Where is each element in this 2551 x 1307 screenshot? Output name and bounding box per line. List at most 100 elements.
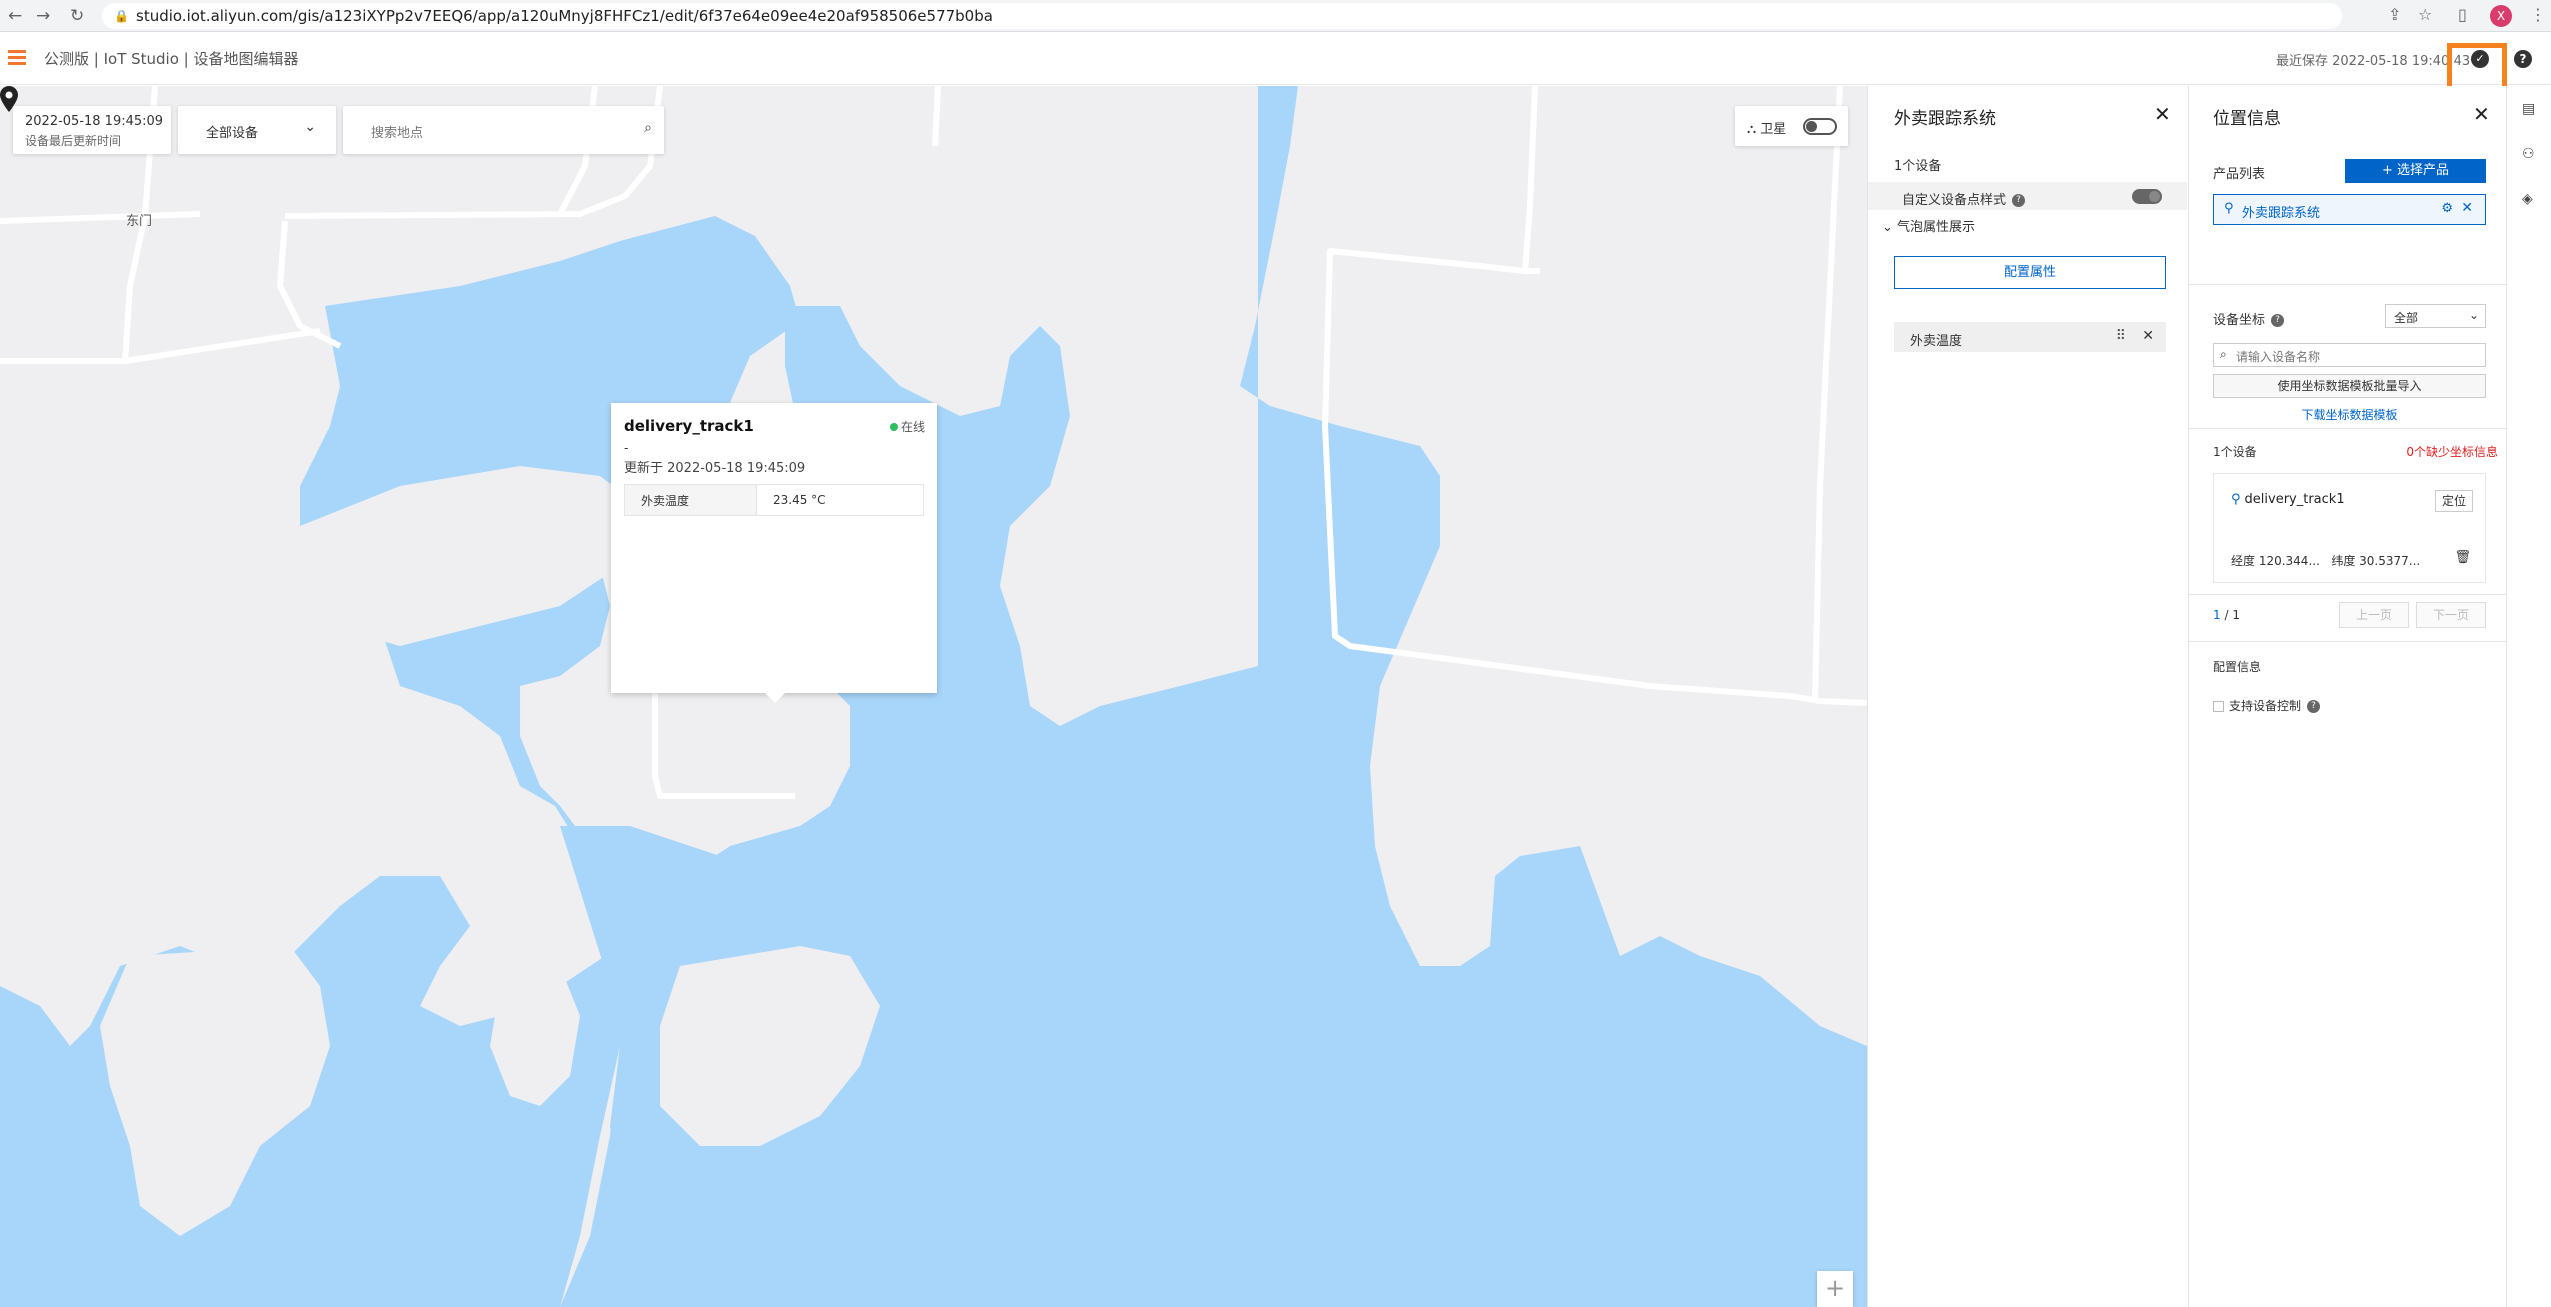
location-panel-title: 位置信息 bbox=[2213, 109, 2281, 129]
latitude-text: 纬度 30.5377... bbox=[2331, 554, 2421, 568]
address-bar[interactable]: 🔒 studio.iot.aliyun.com/gis/a123iXYPp2v7… bbox=[102, 3, 2342, 29]
status-badge: 在线 bbox=[889, 418, 925, 435]
chevron-down-icon: ⌄ bbox=[304, 119, 316, 135]
missing-coords-text: 0个缺少坐标信息 bbox=[2406, 445, 2498, 459]
satellite-icon: ⛬ bbox=[1747, 122, 1757, 137]
close-icon[interactable]: ✕ bbox=[2473, 102, 2490, 126]
chevron-down-icon: ⌄ bbox=[1882, 220, 1893, 235]
user-location-icon[interactable]: ⚇ bbox=[2522, 146, 2535, 162]
config-info-label: 配置信息 bbox=[2213, 660, 2262, 674]
table-row: 外卖温度 23.45 °C bbox=[624, 484, 924, 516]
support-control-label: 支持设备控制 bbox=[2229, 699, 2302, 713]
satellite-toggle-box: ⛬ 卫星 bbox=[1735, 106, 1848, 146]
custom-style-row: 自定义设备点样式? bbox=[1868, 182, 2187, 210]
chevron-down-icon: ⌄ bbox=[2468, 308, 2479, 322]
locate-button[interactable]: 定位 bbox=[2435, 490, 2473, 512]
product-tag-label: 外卖跟踪系统 bbox=[2242, 206, 2321, 221]
profile-avatar[interactable]: X bbox=[2490, 5, 2512, 27]
device-coordinates: 经度 120.344... 纬度 30.5377... bbox=[2231, 552, 2420, 569]
tracking-panel: 外卖跟踪系统 ✕ 1个设备 自定义设备点样式? ⌄ 气泡属性展示 配置属性 外卖… bbox=[1867, 86, 2187, 1307]
place-search-input[interactable]: 搜索地点 ⌕ bbox=[343, 106, 664, 154]
checkbox-box[interactable] bbox=[2213, 701, 2224, 712]
product-list-label: 产品列表 bbox=[2213, 167, 2266, 182]
product-tag[interactable]: ⚲ 外卖跟踪系统 ⚙ ✕ bbox=[2213, 194, 2486, 225]
pager-current: 1 bbox=[2213, 608, 2221, 622]
longitude-text: 经度 120.344... bbox=[2231, 554, 2320, 568]
share-icon[interactable]: ⇪ bbox=[2388, 5, 2401, 24]
download-template-link[interactable]: 下载坐标数据模板 bbox=[2213, 406, 2486, 423]
divider bbox=[2189, 284, 2507, 285]
last-saved-text: 最近保存 2022-05-18 19:40:43 bbox=[2276, 54, 2471, 69]
custom-style-toggle[interactable] bbox=[2132, 189, 2162, 204]
zoom-in-button[interactable]: + bbox=[1817, 1271, 1853, 1307]
kebab-icon[interactable]: ⋮ bbox=[2530, 5, 2546, 24]
tracking-device-count: 1个设备 bbox=[1894, 159, 1942, 174]
close-icon[interactable]: ✕ bbox=[2461, 200, 2473, 216]
close-icon[interactable]: ✕ bbox=[2154, 102, 2171, 126]
close-icon[interactable]: ✕ bbox=[2142, 328, 2154, 344]
divider bbox=[2189, 428, 2507, 429]
next-page-button[interactable]: 下一页 bbox=[2416, 602, 2486, 628]
device-card-name-row: ⚲ delivery_track1 bbox=[2231, 492, 2345, 507]
question-icon[interactable]: ? bbox=[2271, 314, 2285, 327]
device-filter-select[interactable]: 全部设备 ⌄ bbox=[178, 106, 336, 154]
property-value: 23.45 °C bbox=[756, 484, 924, 516]
prev-page-button[interactable]: 上一页 bbox=[2339, 602, 2409, 628]
search-icon[interactable]: ⌕ bbox=[644, 120, 652, 136]
question-icon[interactable]: ? bbox=[2307, 700, 2321, 713]
search-icon: ⌕ bbox=[2220, 347, 2227, 361]
help-icon[interactable]: ? bbox=[2514, 50, 2532, 68]
back-icon[interactable]: ← bbox=[8, 6, 22, 26]
pager: 1 / 1 bbox=[2213, 608, 2240, 622]
bubble-section-header[interactable]: ⌄ 气泡属性展示 bbox=[1882, 216, 1975, 235]
coord-label: 设备坐标 bbox=[2213, 313, 2266, 328]
popup-updated: 更新于 2022-05-18 19:45:09 bbox=[624, 461, 806, 476]
url-text: studio.iot.aliyun.com/gis/a123iXYPp2v7EE… bbox=[136, 7, 993, 25]
reload-icon[interactable]: ↻ bbox=[70, 6, 84, 26]
browser-toolbar: ← → ↻ 🔒 studio.iot.aliyun.com/gis/a123iX… bbox=[0, 0, 2551, 32]
tracking-panel-title: 外卖跟踪系统 bbox=[1894, 109, 1996, 129]
gear-icon[interactable]: ⚙ bbox=[2441, 201, 2453, 216]
star-icon[interactable]: ☆ bbox=[2418, 5, 2432, 24]
location-icon: ⚲ bbox=[2231, 492, 2241, 507]
location-icon: ⚲ bbox=[2224, 201, 2234, 216]
coord-label-group: 设备坐标? bbox=[2213, 309, 2285, 328]
online-dot-icon bbox=[889, 423, 898, 431]
device-filter-value: 全部设备 bbox=[206, 126, 259, 141]
bubble-section-label: 气泡属性展示 bbox=[1897, 220, 1976, 235]
popup-device-name: delivery_track1 bbox=[624, 417, 754, 435]
property-key: 外卖温度 bbox=[624, 484, 757, 516]
menu-icon[interactable] bbox=[8, 50, 26, 66]
device-card: ⚲ delivery_track1 定位 经度 120.344... 纬度 30.… bbox=[2213, 473, 2486, 583]
config-attributes-button[interactable]: 配置属性 bbox=[1894, 256, 2166, 289]
device-name-placeholder: 请输入设备名称 bbox=[2236, 350, 2321, 364]
sidebar-icon[interactable]: ▯ bbox=[2458, 5, 2467, 24]
device-popup: delivery_track1 在线 - 更新于 2022-05-18 19:4… bbox=[611, 403, 937, 703]
map-canvas[interactable]: 东门 2022-05-18 19:45:09 设备最后更新时间 全部设备 ⌄ 搜… bbox=[0, 86, 1867, 1307]
trash-icon[interactable]: 🗑 bbox=[2454, 550, 2471, 565]
lock-icon: 🔒 bbox=[114, 9, 129, 23]
status-text: 在线 bbox=[900, 420, 925, 434]
breadcrumb: 公测版 | IoT Studio | 设备地图编辑器 bbox=[44, 50, 299, 68]
location-device-count: 1个设备 bbox=[2213, 445, 2257, 459]
map-place-label: 东门 bbox=[126, 214, 153, 229]
popup-dash: - bbox=[624, 441, 629, 455]
coord-filter-select[interactable]: 全部 ⌄ bbox=[2385, 304, 2486, 328]
layers-icon[interactable]: ◈ bbox=[2522, 191, 2533, 207]
popup-property-table: 外卖温度 23.45 °C bbox=[624, 484, 924, 516]
select-product-button[interactable]: + 选择产品 bbox=[2345, 159, 2486, 183]
question-icon[interactable]: ? bbox=[2012, 194, 2026, 207]
device-name-search-input[interactable]: ⌕ 请输入设备名称 bbox=[2213, 343, 2486, 367]
drag-icon[interactable]: ⠿ bbox=[2116, 328, 2126, 344]
map-pin-icon[interactable] bbox=[0, 86, 18, 112]
support-control-checkbox[interactable]: 支持设备控制? bbox=[2213, 697, 2321, 714]
forward-icon[interactable]: → bbox=[36, 6, 50, 26]
satellite-toggle[interactable] bbox=[1803, 118, 1837, 135]
attribute-item-label: 外卖温度 bbox=[1910, 334, 1963, 349]
custom-style-label: 自定义设备点样式 bbox=[1902, 193, 2007, 208]
update-time-box: 2022-05-18 19:45:09 设备最后更新时间 bbox=[13, 106, 171, 154]
batch-import-button[interactable]: 使用坐标数据模板批量导入 bbox=[2213, 374, 2486, 398]
map-drawing bbox=[0, 86, 1867, 1307]
satellite-label: 卫星 bbox=[1760, 122, 1787, 137]
layout-icon[interactable]: ▤ bbox=[2522, 101, 2535, 117]
